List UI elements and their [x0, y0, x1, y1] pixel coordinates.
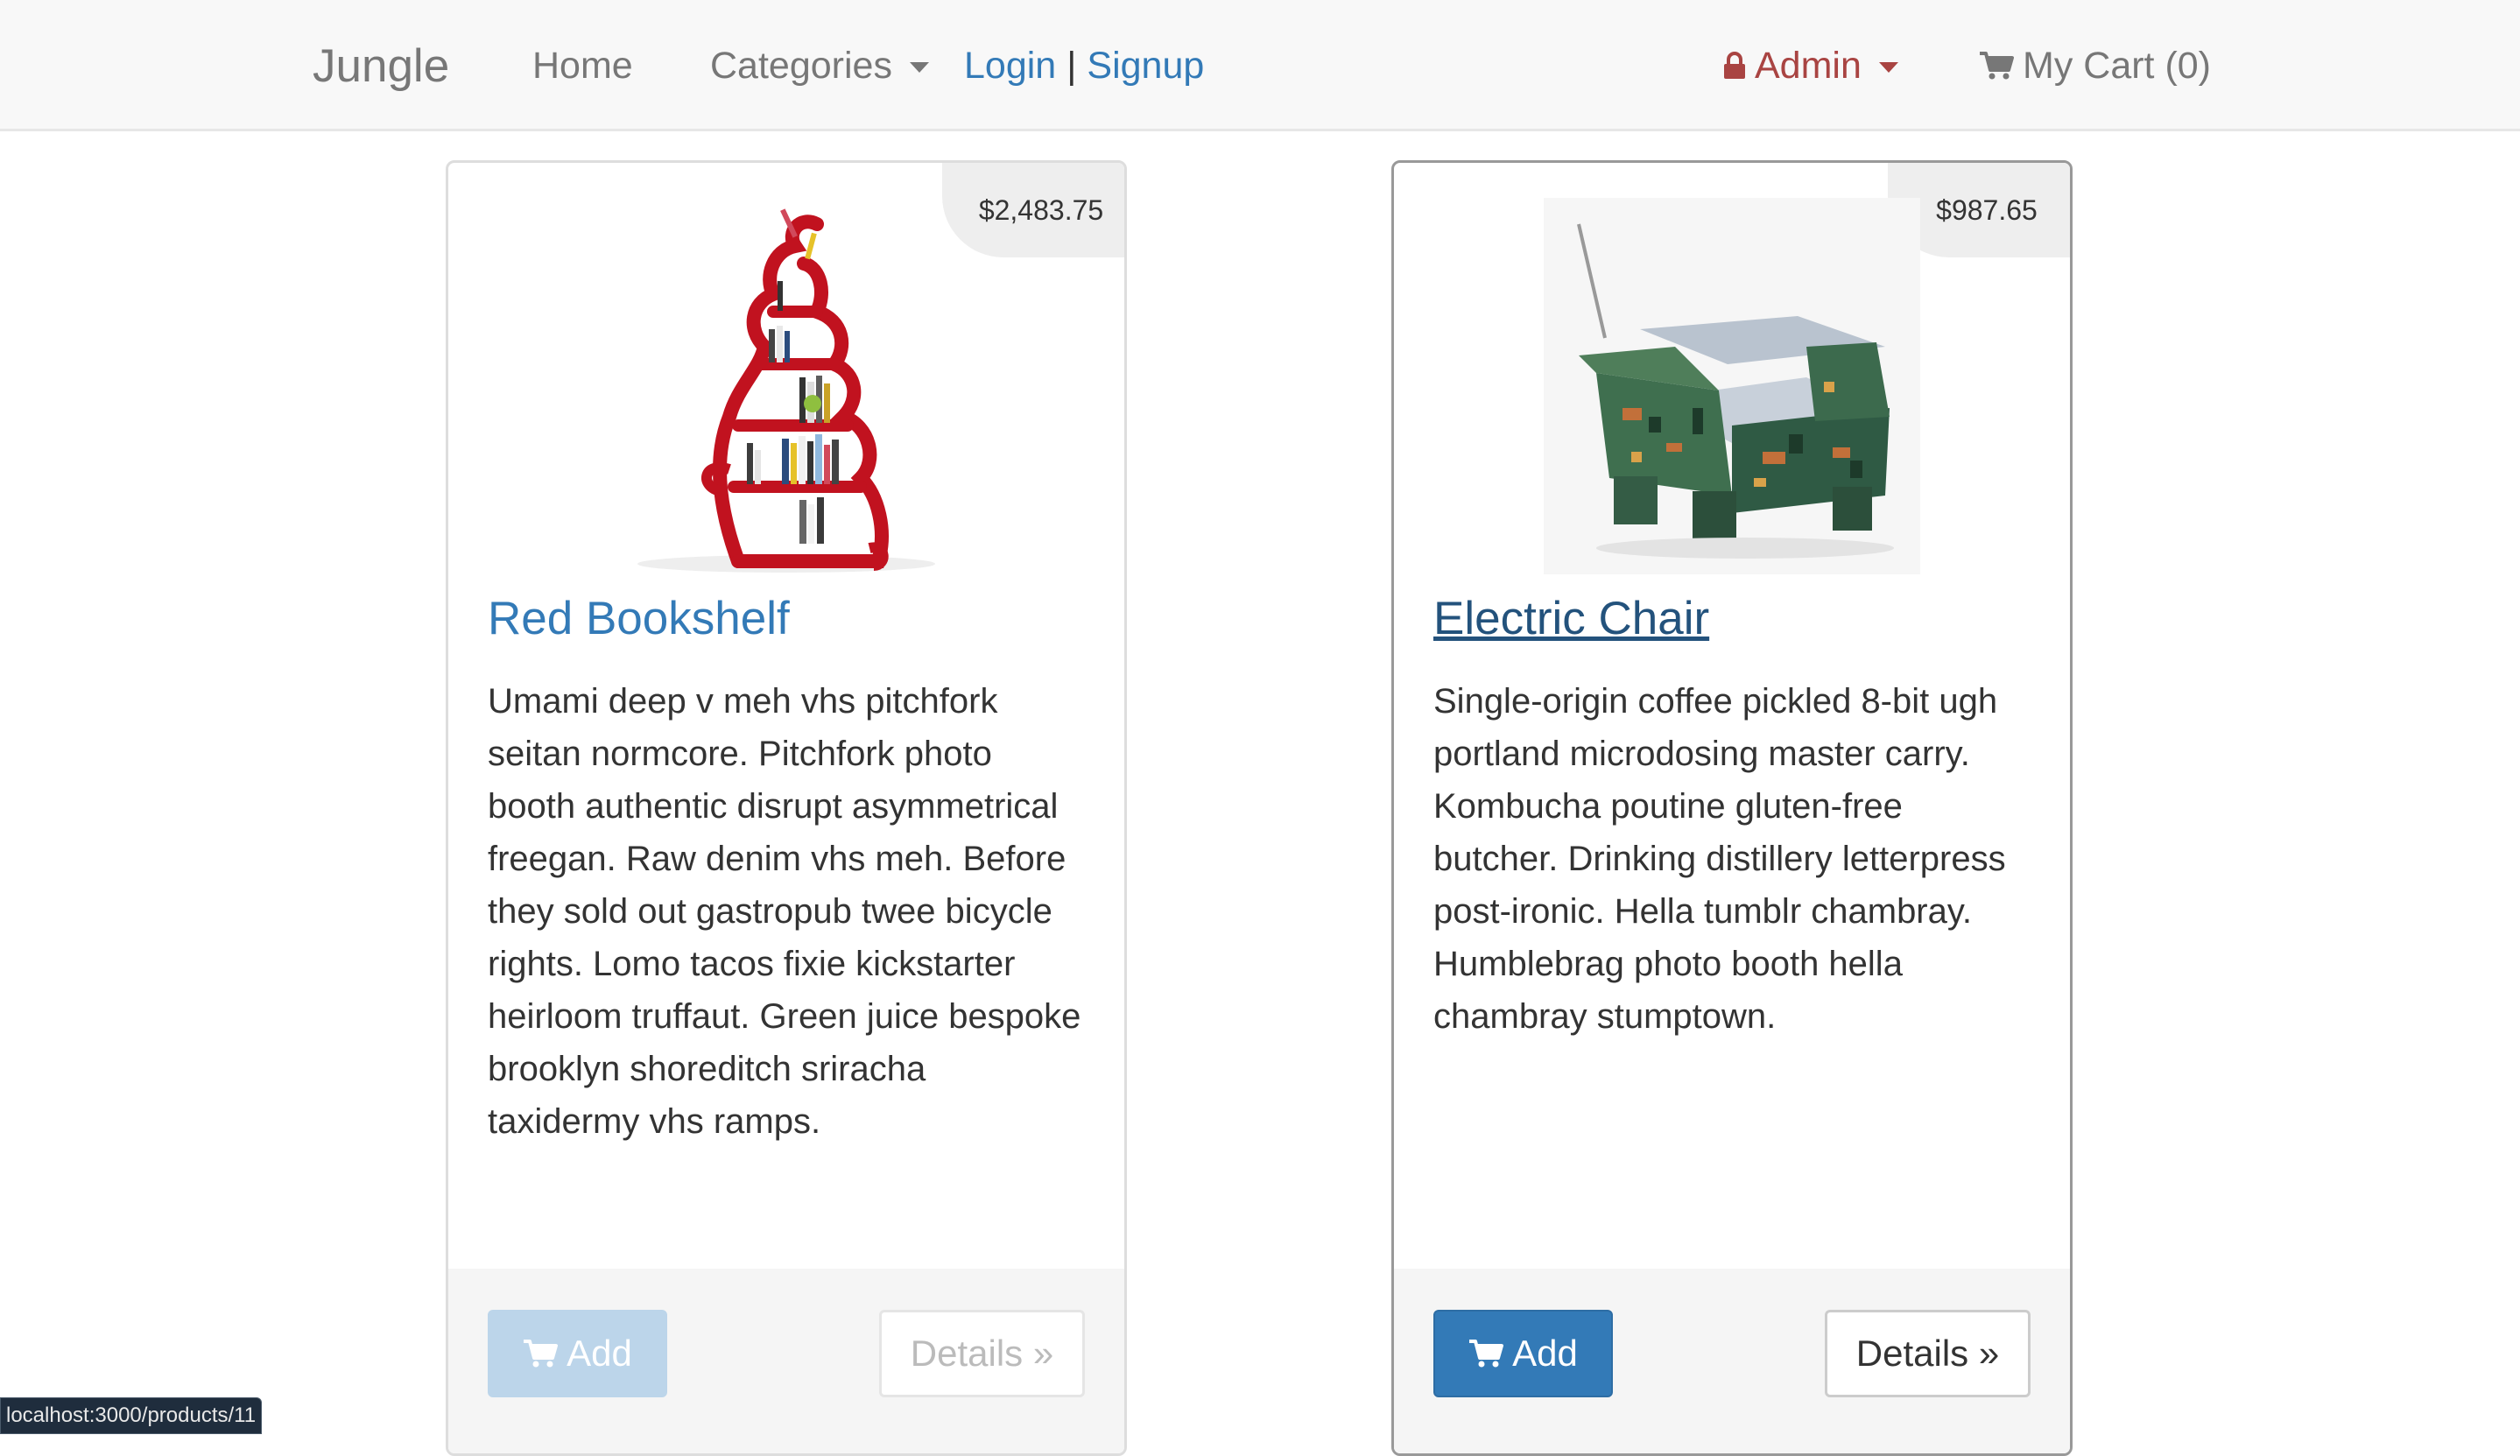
card-footer: Add Details » — [1394, 1269, 2070, 1453]
product-card: $2,483.75 Red Bookshelf Umami deep v meh… — [446, 160, 1127, 1456]
product-image[interactable] — [1544, 198, 1920, 574]
product-description: Umami deep v meh vhs pitchfork seitan no… — [488, 682, 1081, 1141]
navbar: Jungle Home Categories Login | Signup Ad… — [0, 0, 2520, 131]
product-title-link[interactable]: Electric Chair — [1433, 592, 1709, 645]
cart-icon — [523, 1339, 559, 1368]
chevron-down-icon — [1878, 62, 1898, 73]
login-link[interactable]: Login — [964, 45, 1056, 88]
auth-links: Login | Signup — [964, 0, 1204, 131]
my-cart-label: My Cart (0) — [2023, 44, 2211, 87]
add-to-cart-button[interactable]: Add — [488, 1310, 667, 1397]
card-footer: Add Details » — [448, 1269, 1124, 1453]
details-button[interactable]: Details » — [1825, 1310, 2031, 1397]
product-title-link[interactable]: Red Bookshelf — [488, 592, 790, 645]
lock-icon — [1723, 52, 1746, 80]
my-cart-link[interactable]: My Cart (0) — [1979, 0, 2211, 131]
product-card: $987.65 Electric Chair Single-origin cof… — [1391, 160, 2073, 1456]
product-image[interactable] — [598, 198, 975, 574]
chevron-down-icon — [909, 62, 929, 73]
brand-link[interactable]: Jungle — [313, 0, 449, 131]
admin-dropdown[interactable]: Admin — [1723, 0, 1898, 131]
admin-label: Admin — [1755, 44, 1862, 87]
nav-categories-label: Categories — [710, 44, 892, 87]
add-to-cart-button[interactable]: Add — [1433, 1310, 1613, 1397]
status-bar-url: localhost:3000/products/11 — [0, 1397, 263, 1434]
cart-icon — [1468, 1339, 1504, 1368]
cart-icon — [1979, 51, 2014, 81]
auth-separator: | — [1066, 44, 1077, 87]
add-label: Add — [567, 1333, 632, 1374]
nav-categories-dropdown[interactable]: Categories — [710, 0, 929, 131]
product-description: Single-origin coffee pickled 8-bit ugh p… — [1433, 682, 2006, 1036]
signup-link[interactable]: Signup — [1087, 45, 1204, 88]
details-button[interactable]: Details » — [879, 1310, 1085, 1397]
nav-home-link[interactable]: Home — [532, 0, 633, 131]
add-label: Add — [1512, 1333, 1578, 1374]
